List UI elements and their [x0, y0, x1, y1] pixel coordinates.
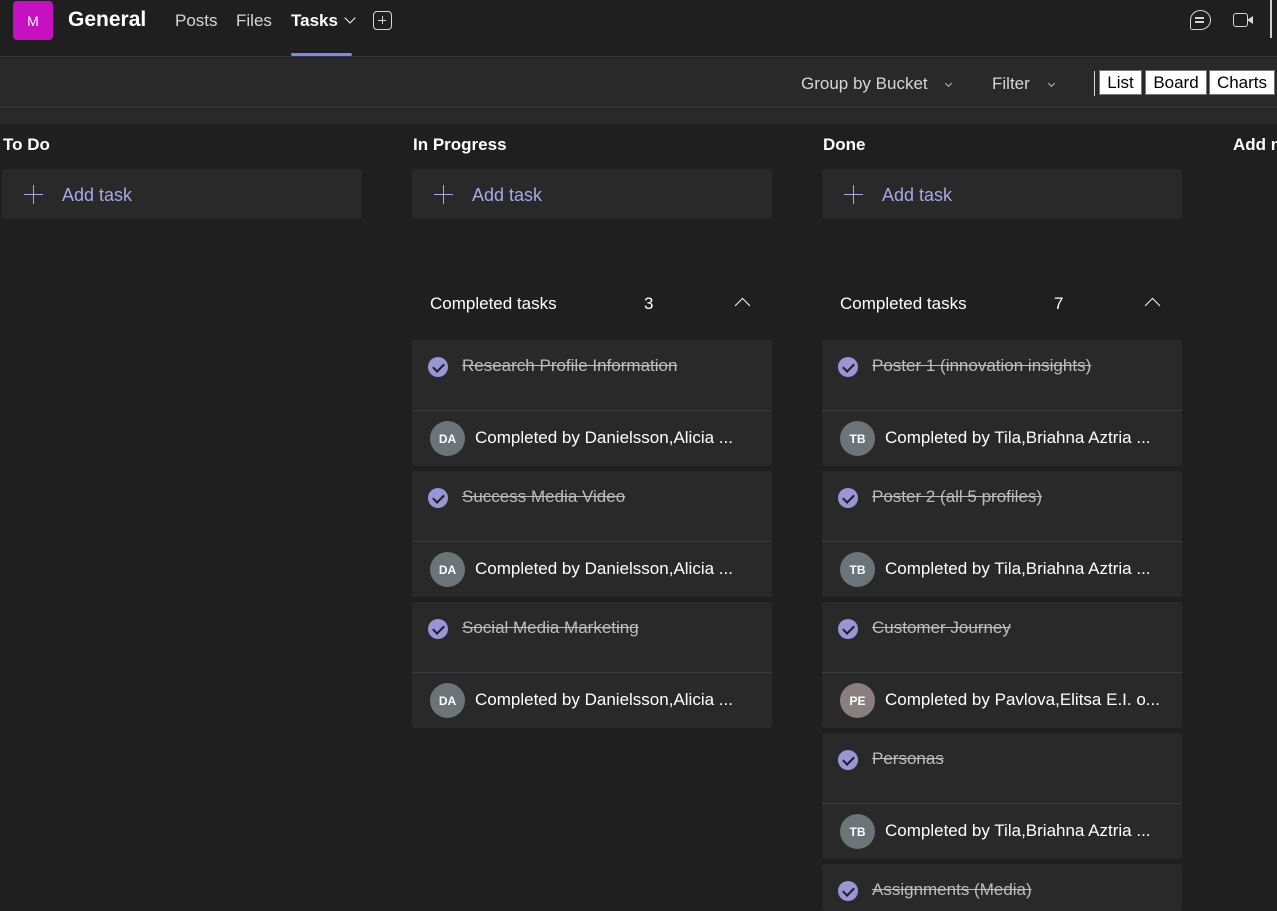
video-camera-lens — [1247, 16, 1253, 24]
task-card[interactable]: Social Media Marketing DA Completed by D… — [412, 602, 772, 728]
video-call-icon[interactable] — [1233, 12, 1255, 29]
completed-check-icon[interactable] — [838, 488, 858, 508]
completed-tasks-label: Completed tasks — [430, 294, 557, 313]
completed-check-icon[interactable] — [428, 619, 448, 639]
chevron-up-icon — [1144, 297, 1161, 314]
active-tab-indicator — [291, 53, 352, 56]
completed-check-icon[interactable] — [838, 357, 858, 377]
add-task-label: Add task — [882, 185, 953, 205]
completed-by-text: Completed by Tila,Briahna Aztria ... — [885, 821, 1151, 840]
completed-by-text: Completed by Danielsson,Alicia ... — [475, 559, 733, 578]
completed-tasks-count: 3 — [644, 294, 654, 313]
bucket-title-done[interactable]: Done — [823, 135, 866, 155]
channel-title: General — [68, 8, 147, 31]
task-title[interactable]: Research Profile Information — [462, 356, 677, 376]
completed-check-icon[interactable] — [428, 488, 448, 508]
avatar: TB — [840, 552, 875, 587]
chevron-down-icon — [344, 12, 356, 24]
tab-posts[interactable]: Posts — [175, 11, 218, 31]
planner-toolbar: Group by Bucket Filter List Board Charts — [0, 58, 1277, 108]
completed-check-icon[interactable] — [838, 750, 858, 770]
task-card[interactable]: Success Media Video DA Completed by Dani… — [412, 471, 772, 597]
bucket-title-in-progress[interactable]: In Progress — [413, 135, 507, 155]
chat-icon[interactable] — [1190, 10, 1211, 30]
completed-by-text: Completed by Danielsson,Alicia ... — [475, 428, 733, 447]
avatar: TB — [840, 421, 875, 456]
view-charts-button[interactable]: Charts — [1209, 70, 1275, 95]
window-edge-divider — [1270, 0, 1272, 38]
task-title[interactable]: Personas — [872, 749, 944, 769]
video-camera-body — [1233, 13, 1248, 27]
view-board-button[interactable]: Board — [1145, 70, 1207, 95]
task-card[interactable]: Poster 2 (all 5 profiles) TB Completed b… — [822, 471, 1182, 597]
add-tab-icon[interactable] — [373, 11, 392, 30]
filter-label: Filter — [992, 74, 1030, 93]
plus-icon — [434, 185, 453, 204]
toolbar-divider — [1094, 71, 1095, 96]
completed-tasks-toggle-done[interactable]: Completed tasks 7 — [822, 281, 1182, 325]
task-card[interactable]: Customer Journey PE Completed by Pavlova… — [822, 602, 1182, 728]
completed-tasks-toggle-in-progress[interactable]: Completed tasks 3 — [412, 281, 772, 325]
bucket-title-to-do[interactable]: To Do — [3, 135, 50, 155]
completed-tasks-label: Completed tasks — [840, 294, 967, 313]
toolbar-spacer — [0, 109, 1277, 124]
card-divider — [412, 410, 772, 411]
completed-by-text: Completed by Tila,Briahna Aztria ... — [885, 428, 1151, 447]
add-task-label: Add task — [62, 185, 133, 205]
task-card[interactable]: Personas TB Completed by Tila,Briahna Az… — [822, 733, 1182, 859]
task-title[interactable]: Success Media Video — [462, 487, 625, 507]
team-avatar[interactable]: M — [13, 1, 53, 40]
group-by-dropdown[interactable]: Group by Bucket — [801, 74, 961, 94]
avatar: PE — [840, 683, 875, 718]
completed-check-icon[interactable] — [838, 619, 858, 639]
tab-files[interactable]: Files — [236, 11, 272, 31]
avatar: DA — [430, 421, 465, 456]
task-title[interactable]: Poster 2 (all 5 profiles) — [872, 487, 1042, 507]
chevron-down-icon — [1047, 79, 1056, 88]
view-list-button[interactable]: List — [1099, 70, 1142, 95]
avatar: TB — [840, 814, 875, 849]
plus-icon — [844, 185, 863, 204]
tab-tasks-label: Tasks — [291, 11, 338, 30]
card-divider — [822, 672, 1182, 673]
filter-dropdown[interactable]: Filter — [992, 74, 1060, 94]
task-card[interactable]: Poster 1 (innovation insights) TB Comple… — [822, 340, 1182, 466]
add-task-button-done[interactable]: Add task — [822, 169, 1182, 219]
completed-by-text: Completed by Danielsson,Alicia ... — [475, 690, 733, 709]
card-divider — [822, 410, 1182, 411]
app-header: M General Posts Files Tasks — [0, 0, 1277, 57]
task-title[interactable]: Assignments (Media) — [872, 880, 1032, 900]
task-card[interactable]: Research Profile Information DA Complete… — [412, 340, 772, 466]
completed-by-text: Completed by Pavlova,Elitsa E.I. o... — [885, 690, 1160, 709]
avatar: DA — [430, 683, 465, 718]
completed-check-icon[interactable] — [428, 357, 448, 377]
task-card[interactable]: Assignments (Media) — [822, 864, 1182, 911]
plus-icon — [24, 185, 43, 204]
card-divider — [822, 803, 1182, 804]
add-task-label: Add task — [472, 185, 543, 205]
add-bucket-label[interactable]: Add n — [1233, 135, 1277, 155]
completed-by-text: Completed by Tila,Briahna Aztria ... — [885, 559, 1151, 578]
group-by-label: Group by Bucket — [801, 74, 928, 93]
completed-tasks-count: 7 — [1054, 294, 1064, 313]
card-divider — [412, 541, 772, 542]
chevron-up-icon — [734, 297, 751, 314]
completed-check-icon[interactable] — [838, 881, 858, 901]
add-task-button-to-do[interactable]: Add task — [2, 169, 362, 219]
card-divider — [822, 541, 1182, 542]
tab-tasks[interactable]: Tasks — [291, 11, 356, 31]
chevron-down-icon — [944, 79, 953, 88]
task-title[interactable]: Poster 1 (innovation insights) — [872, 356, 1091, 376]
card-divider — [412, 672, 772, 673]
add-task-button-in-progress[interactable]: Add task — [412, 169, 772, 219]
avatar: DA — [430, 552, 465, 587]
task-title[interactable]: Social Media Marketing — [462, 618, 639, 638]
task-title[interactable]: Customer Journey — [872, 618, 1011, 638]
